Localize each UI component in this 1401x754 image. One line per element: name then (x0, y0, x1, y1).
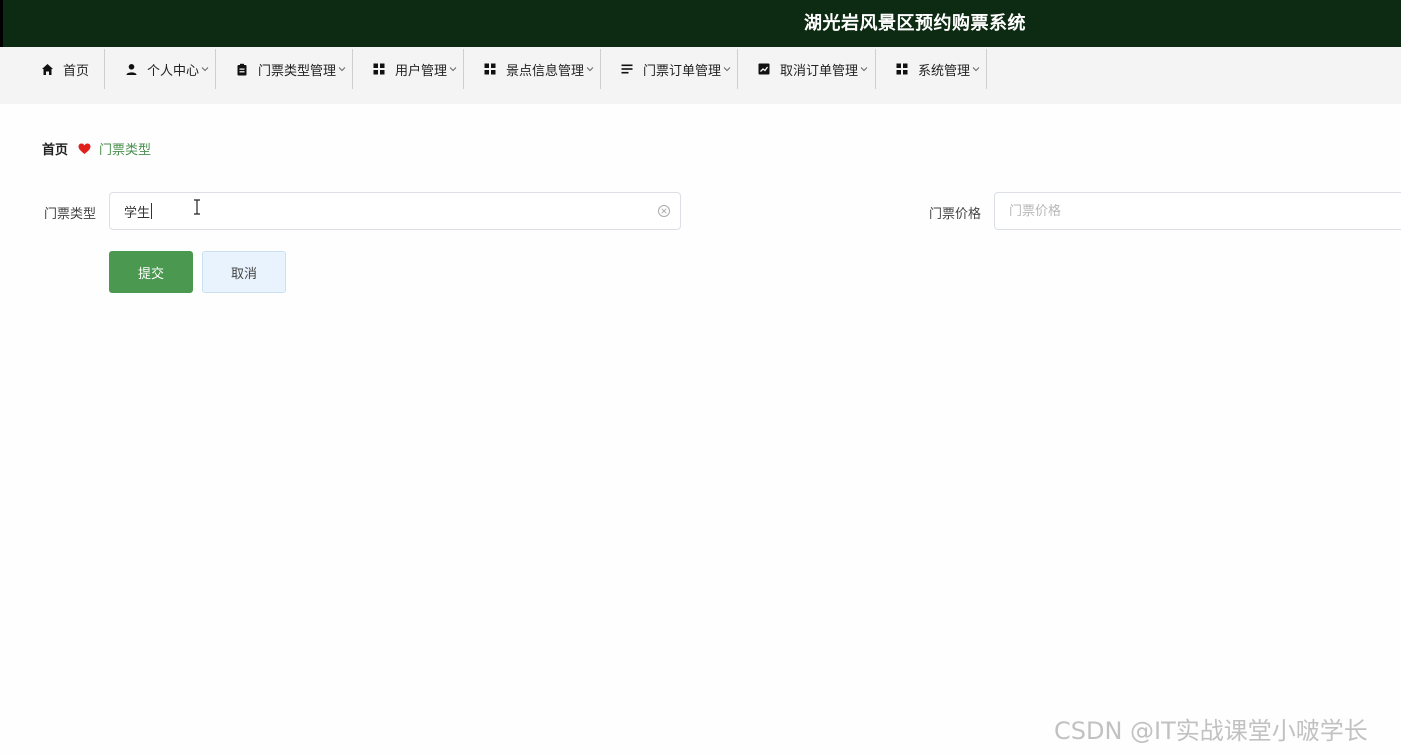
nav-item-scenic-info[interactable]: 景点信息管理 (464, 49, 601, 89)
nav-item-user-management[interactable]: 用户管理 (353, 49, 464, 89)
chart-icon (757, 62, 771, 76)
heart-icon (78, 143, 91, 155)
ticket-price-field[interactable] (994, 192, 1401, 230)
nav-item-label: 门票订单管理 (643, 63, 722, 79)
nav-item-label: 用户管理 (395, 63, 448, 79)
nav-item-cancel-orders[interactable]: 取消订单管理 (738, 49, 876, 89)
ticket-price-input[interactable] (1009, 203, 1401, 219)
clear-icon[interactable] (657, 204, 671, 218)
app-title: 湖光岩风景区预约购票系统 (804, 13, 1026, 34)
ibeam-cursor-icon (193, 199, 201, 219)
nav-item-label: 系统管理 (918, 63, 971, 79)
nav-item-label: 首页 (63, 63, 90, 79)
grid-icon (483, 62, 497, 76)
submit-button[interactable]: 提交 (109, 251, 193, 293)
nav-item-label: 景点信息管理 (506, 63, 585, 79)
watermark: CSDN @IT实战课堂小啵学长 (1054, 717, 1368, 745)
breadcrumb-home[interactable]: 首页 (42, 139, 68, 158)
user-icon (124, 62, 138, 76)
chevron-down-icon (338, 65, 346, 73)
nav-item-system[interactable]: 系统管理 (876, 49, 987, 89)
breadcrumb: 首页 门票类型 (42, 139, 151, 158)
list-icon (620, 62, 634, 76)
nav-item-home[interactable]: 首页 (0, 49, 105, 89)
ticket-type-input[interactable] (124, 203, 680, 219)
top-header: 湖光岩风景区预约购票系统 (0, 0, 1401, 47)
ticket-price-label: 门票价格 (929, 207, 982, 222)
clipboard-icon (235, 62, 249, 76)
chevron-down-icon (972, 65, 980, 73)
chevron-down-icon (860, 65, 868, 73)
chevron-down-icon (201, 65, 209, 73)
nav-item-label: 个人中心 (147, 63, 200, 79)
chevron-down-icon (723, 65, 731, 73)
ticket-type-label: 门票类型 (44, 207, 97, 222)
nav-item-ticket-orders[interactable]: 门票订单管理 (601, 49, 738, 89)
cancel-button[interactable]: 取消 (202, 251, 286, 293)
nav-item-label: 取消订单管理 (780, 63, 859, 79)
header-edge (0, 0, 3, 47)
nav-item-personal-center[interactable]: 个人中心 (105, 49, 216, 89)
grid-icon (372, 62, 386, 76)
text-caret (151, 203, 152, 219)
nav-item-ticket-type[interactable]: 门票类型管理 (216, 49, 353, 89)
nav-bar: 首页 个人中心 门票类型管理 用户管理 景点信息管理 门票订单管理 取消订单管理… (0, 47, 1401, 104)
breadcrumb-current: 门票类型 (99, 143, 152, 158)
chevron-down-icon (449, 65, 457, 73)
chevron-down-icon (586, 65, 594, 73)
grid-icon (895, 62, 909, 76)
home-icon (40, 62, 54, 76)
nav-item-label: 门票类型管理 (258, 63, 337, 79)
